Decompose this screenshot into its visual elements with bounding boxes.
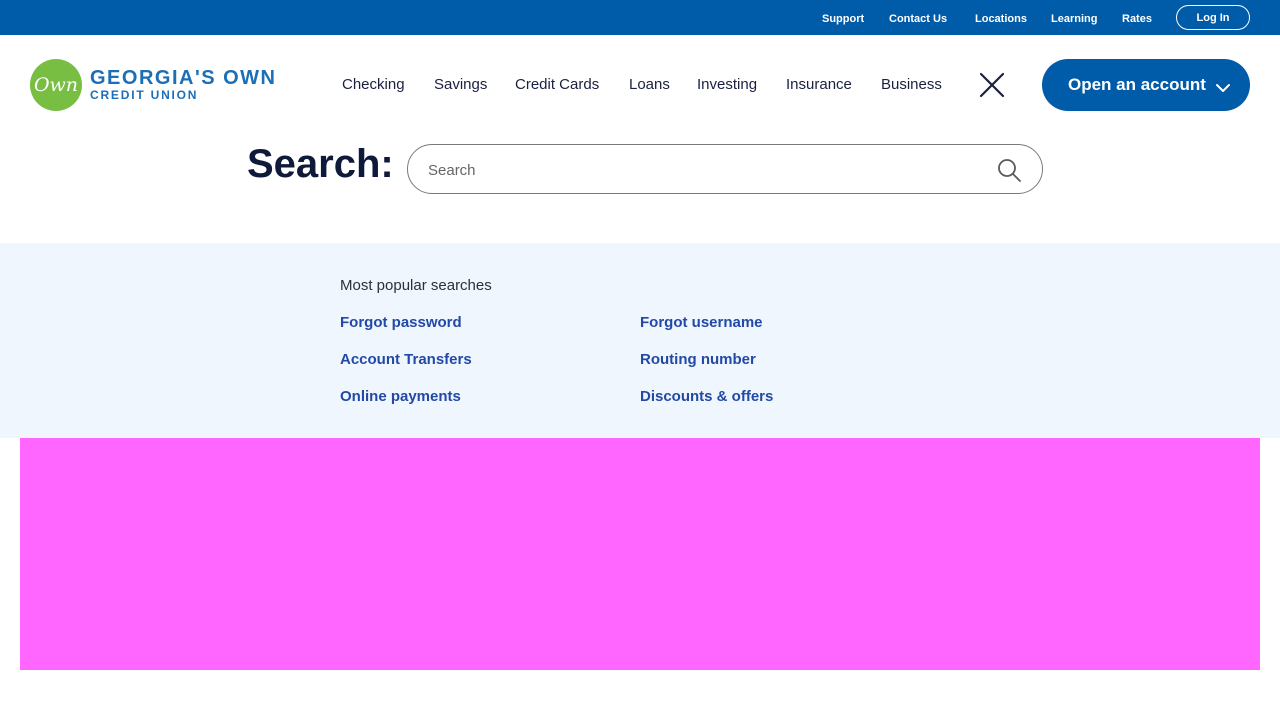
popular-link-forgot-password[interactable]: Forgot password: [340, 314, 462, 331]
utility-link-rates[interactable]: Rates: [1122, 13, 1152, 25]
popular-link-discounts-offers[interactable]: Discounts & offers: [640, 388, 773, 405]
popular-searches-panel: Most popular searches Forgot password Fo…: [0, 243, 1280, 438]
close-icon[interactable]: [978, 71, 1006, 99]
search-box[interactable]: [407, 144, 1043, 194]
search-input[interactable]: [428, 157, 988, 183]
utility-link-locations[interactable]: Locations: [975, 13, 1027, 25]
utility-bar: Support Contact Us Locations Learning Ra…: [0, 0, 1280, 35]
logo-subtitle: CREDIT UNION: [90, 88, 199, 102]
nav-item-insurance[interactable]: Insurance: [786, 76, 852, 93]
logo-name: GEORGIA'S OWN: [90, 67, 277, 89]
open-account-label: Open an account: [1068, 75, 1206, 94]
login-button[interactable]: Log In: [1176, 5, 1250, 30]
logo-mark: Own: [30, 59, 82, 111]
popular-searches-heading: Most popular searches: [340, 277, 492, 294]
media-placeholder: [20, 438, 1260, 670]
nav-item-credit-cards[interactable]: Credit Cards: [515, 76, 599, 93]
logo[interactable]: Own GEORGIA'S OWN CREDIT UNION: [30, 59, 275, 111]
chevron-down-icon: [1216, 79, 1230, 92]
popular-link-forgot-username[interactable]: Forgot username: [640, 314, 763, 331]
nav-item-loans[interactable]: Loans: [629, 76, 670, 93]
popular-link-online-payments[interactable]: Online payments: [340, 388, 461, 405]
nav-item-savings[interactable]: Savings: [434, 76, 487, 93]
popular-link-routing-number[interactable]: Routing number: [640, 351, 756, 368]
nav-item-investing[interactable]: Investing: [697, 76, 757, 93]
search-title: Search:: [247, 142, 394, 186]
popular-link-account-transfers[interactable]: Account Transfers: [340, 351, 472, 368]
nav-item-checking[interactable]: Checking: [342, 76, 405, 93]
utility-link-support[interactable]: Support: [822, 13, 864, 25]
search-icon[interactable]: [996, 157, 1024, 183]
open-account-button[interactable]: Open an account: [1042, 59, 1250, 111]
utility-link-contact-us[interactable]: Contact Us: [889, 13, 947, 25]
utility-link-learning[interactable]: Learning: [1051, 13, 1097, 25]
nav-item-business[interactable]: Business: [881, 76, 942, 93]
